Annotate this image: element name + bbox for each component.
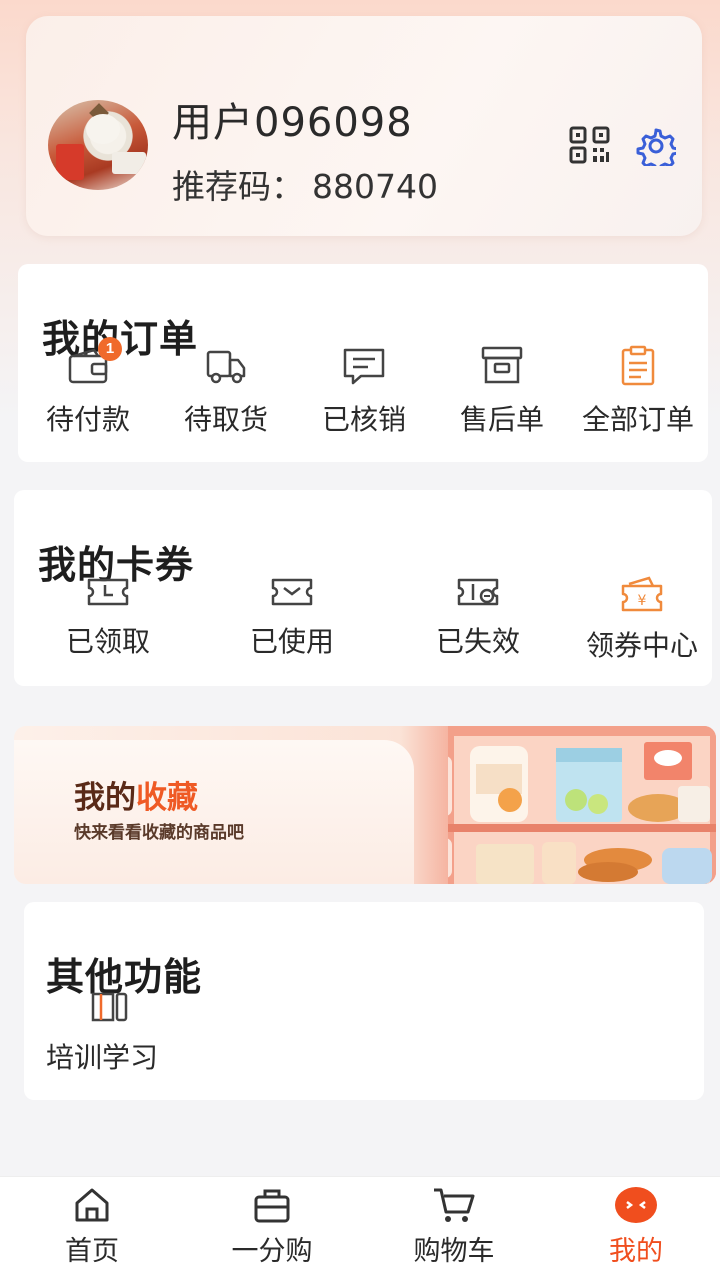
clipboard-icon: [621, 345, 655, 386]
nav-mine[interactable]: 我的: [566, 1185, 706, 1268]
nav-one-cent-label: 一分购: [231, 1236, 313, 1267]
coupon-used[interactable]: 已使用: [222, 574, 362, 660]
order-after-sales[interactable]: 售后单: [432, 344, 572, 438]
username: 用户096098: [172, 100, 413, 146]
message-icon: [343, 348, 385, 385]
nav-home[interactable]: 首页: [22, 1185, 162, 1268]
order-verified[interactable]: 已核销: [294, 344, 434, 438]
product-shelf-illustration: [448, 726, 716, 884]
order-all-label: 全部订单: [581, 403, 694, 436]
nav-mine-label: 我的: [609, 1236, 663, 1267]
referral-label: 推荐码：: [172, 167, 304, 206]
order-verified-label: 已核销: [321, 403, 406, 436]
ticket-used-icon: [271, 578, 313, 606]
cart-icon: [434, 1188, 475, 1222]
profile-face-icon: [615, 1187, 657, 1223]
referral-value: 880740: [312, 167, 438, 206]
order-after-sales-label: 售后单: [459, 403, 544, 436]
settings-gear-icon[interactable]: [636, 126, 676, 166]
training-learning-label: 培训学习: [46, 1041, 159, 1074]
coupon-expired[interactable]: 已失效: [408, 574, 548, 660]
bottom-nav: 首页 一分购 购物车 我的: [0, 1176, 720, 1280]
order-all[interactable]: 全部订单: [568, 344, 708, 438]
favorites-subtitle: 快来看看收藏的商品吧: [74, 823, 244, 843]
home-icon: [75, 1188, 109, 1222]
coupon-received[interactable]: 已领取: [38, 574, 178, 660]
order-pending-pickup-label: 待取货: [183, 403, 268, 436]
coupon-expired-label: 已失效: [435, 625, 520, 658]
truck-icon: [206, 350, 246, 384]
training-learning[interactable]: 培训学习: [40, 990, 180, 1076]
nav-cart[interactable]: 购物车: [384, 1185, 524, 1268]
ticket-received-icon: [87, 578, 129, 606]
nav-cart-label: 购物车: [413, 1236, 495, 1267]
pending-payment-badge: 1: [98, 337, 122, 361]
qr-code-icon[interactable]: [568, 126, 612, 166]
order-pending-pickup[interactable]: 待取货: [156, 344, 296, 438]
nav-home-label: 首页: [65, 1236, 119, 1267]
order-pending-payment[interactable]: 待付款: [18, 344, 158, 438]
coupon-center-icon: ¥: [621, 576, 663, 612]
svg-text:¥: ¥: [638, 593, 647, 609]
ticket-expired-icon: [457, 578, 499, 606]
favorites-title: 我的收藏: [74, 772, 198, 817]
coupon-used-label: 已使用: [249, 625, 334, 658]
coupon-center[interactable]: ¥ 领券中心: [572, 574, 712, 664]
coupon-center-label: 领券中心: [585, 629, 698, 662]
book-icon: [91, 992, 128, 1022]
order-pending-payment-label: 待付款: [45, 403, 130, 436]
coupon-received-label: 已领取: [65, 625, 150, 658]
favorites-title-accent: 收藏: [136, 780, 198, 816]
favorites-title-prefix: 我的: [74, 780, 136, 816]
favorites-banner[interactable]: 我的收藏 快来看看收藏的商品吧: [14, 726, 716, 884]
box-icon: [481, 346, 523, 384]
nav-one-cent[interactable]: 一分购: [202, 1185, 342, 1268]
bag-icon: [254, 1189, 290, 1223]
referral-code: 推荐码： 880740: [172, 160, 438, 208]
avatar[interactable]: [48, 100, 148, 190]
